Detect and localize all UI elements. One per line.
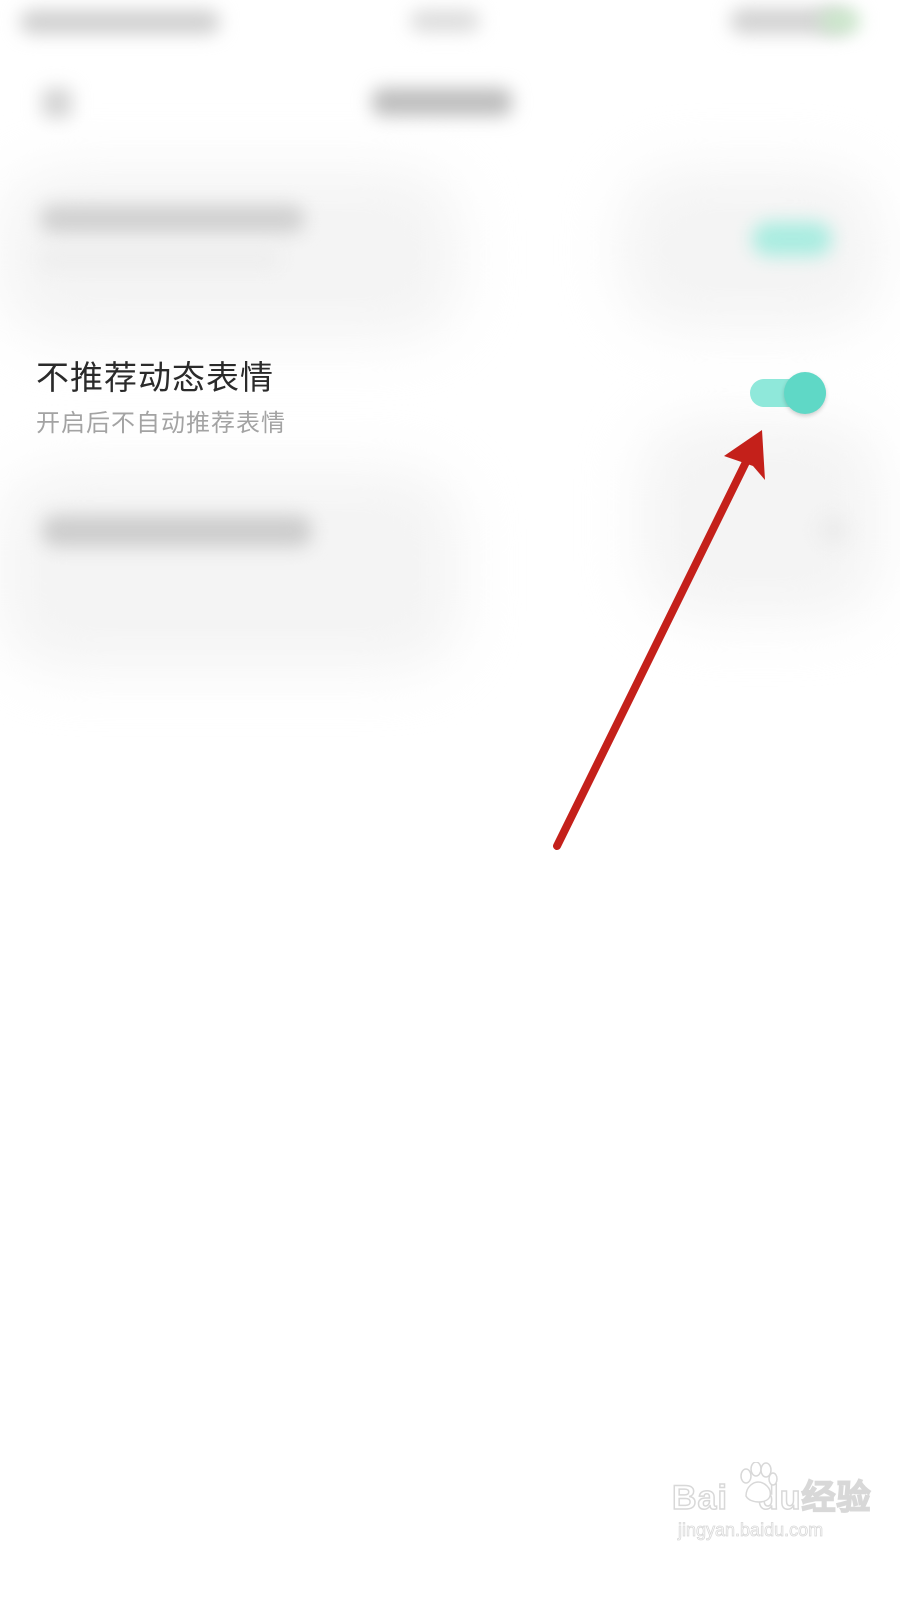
setting-row-dynamic-stickers[interactable]: 不推荐动态表情 开启后不自动推荐表情 — [0, 335, 900, 455]
battery-icon-blurred — [820, 10, 860, 32]
page-title-blurred — [372, 88, 512, 116]
setting-row-1-toggle-blurred[interactable] — [752, 222, 832, 256]
watermark: Bai du经验 jingyan.baidu.com — [671, 1462, 871, 1550]
blurred-panel — [0, 470, 460, 670]
watermark-url: jingyan.baidu.com — [678, 1520, 824, 1541]
chevron-right-icon-blurred[interactable] — [818, 515, 848, 545]
paw-icon — [740, 1462, 778, 1503]
settings-screen: 不推荐动态表情 开启后不自动推荐表情 Bai du经验 jingyan.baidu… — [0, 0, 900, 1600]
setting-title: 不推荐动态表情 — [36, 358, 274, 397]
back-icon-blurred[interactable] — [42, 88, 72, 118]
status-bar-left-blurred — [20, 10, 220, 34]
blurred-panel — [620, 170, 880, 330]
toggle-knob — [784, 372, 826, 414]
setting-row-3-title-blurred — [42, 515, 312, 547]
setting-row-1-title-blurred — [40, 205, 305, 233]
toggle-switch[interactable] — [750, 372, 828, 414]
status-bar-center-blurred — [410, 10, 480, 32]
setting-row-1-subtitle-blurred — [40, 250, 280, 268]
setting-subtitle: 开启后不自动推荐表情 — [36, 409, 286, 437]
